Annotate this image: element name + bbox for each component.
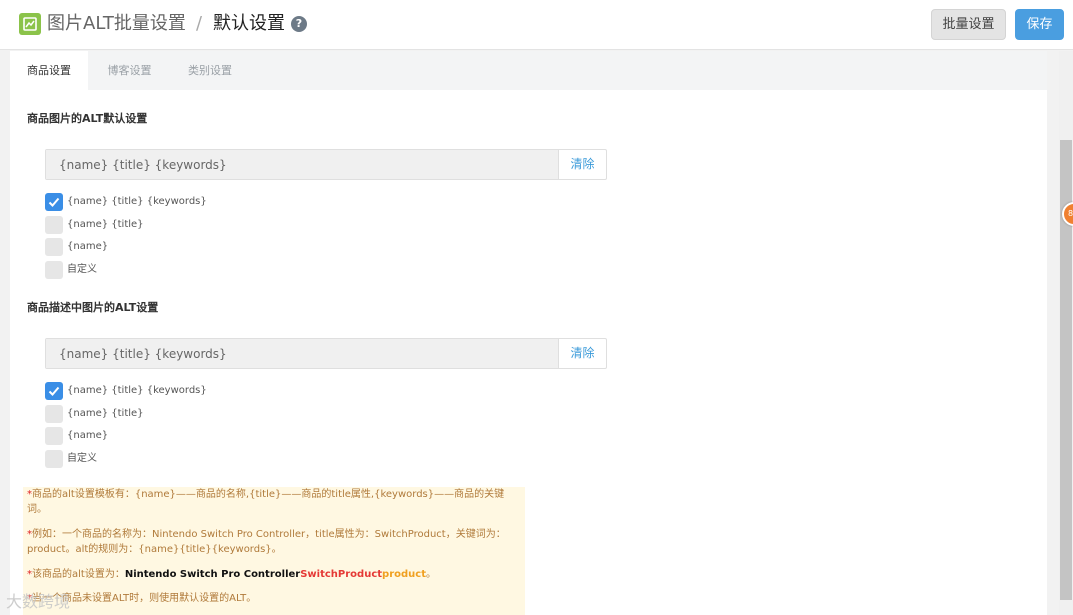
option-label: {name} [67,241,109,252]
product-alt-clear-button[interactable]: 清除 [559,150,606,179]
note-result: *该商品的alt设置为：Nintendo Switch Pro Controll… [27,569,436,580]
checkbox[interactable] [45,450,63,468]
settings-panel: 商品设置 博客设置 类别设置 商品图片的ALT默认设置 清除 {name} {t… [10,51,1047,615]
note-default: *当一个商品未设置ALT时，则使用默认设置的ALT。 [27,593,257,604]
batch-settings-button[interactable]: 批量设置 [931,9,1006,40]
checkbox-checked[interactable] [45,382,63,400]
product-alt-input[interactable] [46,150,559,179]
tab-blog-settings[interactable]: 博客设置 [88,51,171,90]
option-label: {name} {title} [67,219,144,230]
save-button[interactable]: 保存 [1015,9,1064,40]
checkbox[interactable] [45,405,63,423]
tab-category-settings[interactable]: 类别设置 [171,51,249,90]
checkbox[interactable] [45,238,63,256]
tab-product-settings[interactable]: 商品设置 [10,51,88,90]
page-title: 默认设置 [213,13,285,34]
checkbox[interactable] [45,427,63,445]
help-icon[interactable]: ? [291,16,307,32]
product-alt-input-group: 清除 [45,149,607,180]
checkbox[interactable] [45,261,63,279]
tab-bar: 商品设置 博客设置 类别设置 [10,51,1047,90]
option-label: 自定义 [67,264,97,275]
notes-box: *商品的alt设置模板有：{name}——商品的名称,{title}——商品的t… [23,487,525,615]
description-alt-input[interactable] [46,339,559,368]
note-example: *例如：一个商品的名称为：Nintendo Switch Pro Control… [27,529,506,555]
option-label: 自定义 [67,453,97,464]
option-label: {name} {title} {keywords} [67,196,207,207]
option-label: {name} {title} [67,408,144,419]
description-alt-input-group: 清除 [45,338,607,369]
checkbox-checked[interactable] [45,193,63,211]
breadcrumb-separator: / [196,13,203,34]
vertical-scrollbar[interactable] [1059,51,1073,615]
option-label: {name} [67,430,109,441]
description-images-title: 商品描述中图片的ALT设置 [27,301,159,314]
app-logo-icon [19,13,41,35]
option-label: {name} {title} {keywords} [67,385,207,396]
page-header: 图片ALT批量设置 / 默认设置 ? 批量设置 保存 [0,0,1073,50]
watermark: 大数跨境 [6,592,71,611]
checkbox[interactable] [45,216,63,234]
note-templates: *商品的alt设置模板有：{name}——商品的名称,{title}——商品的t… [27,489,505,515]
description-alt-clear-button[interactable]: 清除 [559,339,606,368]
product-images-title: 商品图片的ALT默认设置 [27,112,148,125]
breadcrumb-parent[interactable]: 图片ALT批量设置 [47,12,186,36]
